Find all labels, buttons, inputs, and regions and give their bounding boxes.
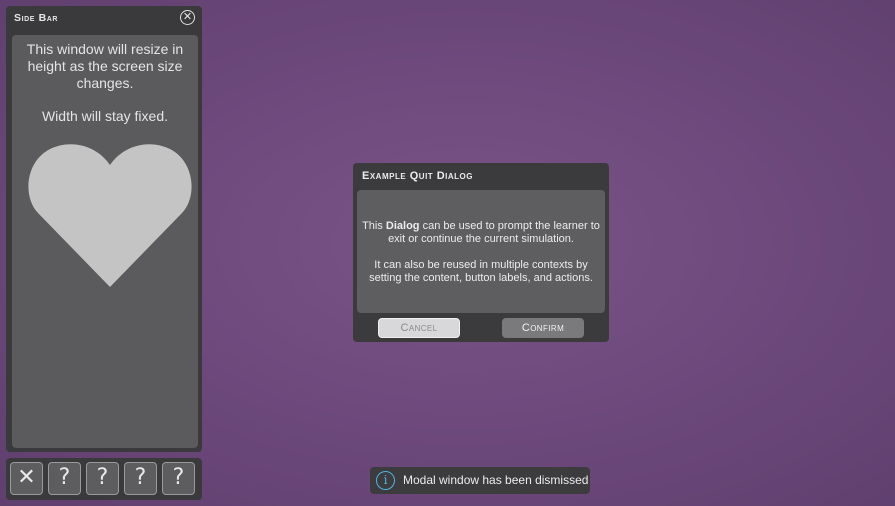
confirm-button[interactable]: Confirm	[502, 318, 584, 338]
close-icon[interactable]: ✕	[180, 10, 195, 25]
dialog-body: This Dialog can be used to prompt the le…	[357, 190, 605, 313]
close-toolbar-button[interactable]: ✕	[10, 462, 43, 495]
notification-toast: i Modal window has been dismissed	[370, 467, 590, 494]
dialog-text-pre: This	[362, 220, 386, 232]
dialog-text-bold: Dialog	[385, 220, 420, 232]
help-button-1[interactable]: ?	[48, 462, 81, 495]
help-button-2[interactable]: ?	[86, 462, 119, 495]
sidebar-title: Side Bar	[14, 12, 59, 24]
sidebar-panel: Side Bar ✕ This window will resize in he…	[6, 6, 202, 452]
cancel-button[interactable]: Cancel	[378, 318, 460, 338]
sidebar-width-text: Width will stay fixed.	[41, 108, 169, 124]
toast-message: Modal window has been dismissed	[403, 473, 589, 487]
sidebar-resize-text: This window will resize in height as the…	[26, 41, 184, 91]
dialog-paragraph-2: It can also be reused in multiple contex…	[369, 259, 593, 284]
quit-dialog: Example Quit Dialog This Dialog can be u…	[353, 163, 609, 342]
info-icon: i	[376, 471, 395, 490]
dialog-paragraph-1: This Dialog can be used to prompt the le…	[361, 220, 601, 246]
help-button-3[interactable]: ?	[124, 462, 157, 495]
sidebar-content: This window will resize in height as the…	[12, 35, 198, 448]
bottom-toolbar: ✕ ? ? ? ?	[6, 458, 202, 500]
dialog-title: Example Quit Dialog	[362, 170, 474, 182]
help-button-4[interactable]: ?	[162, 462, 195, 495]
dialog-text-post: can be used to prompt the learner to exi…	[388, 220, 600, 245]
heart-icon	[28, 144, 192, 287]
